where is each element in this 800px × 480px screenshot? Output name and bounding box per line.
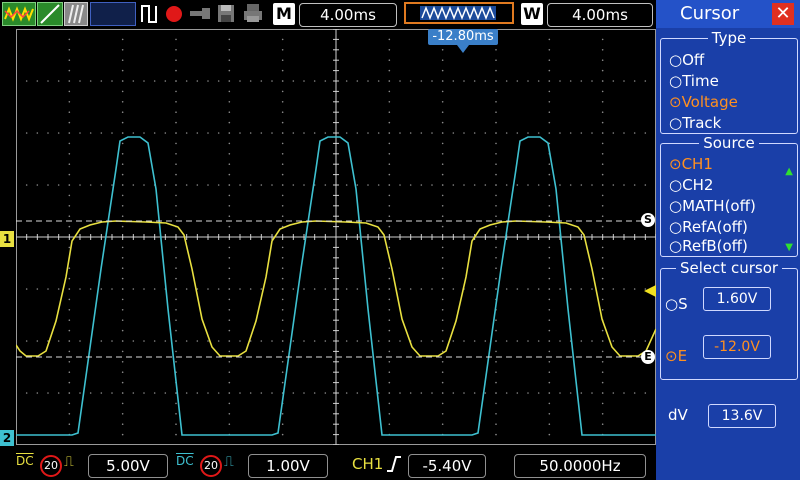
ch2-invert-icon: ⎍ [224,454,234,470]
panel-header: Cursor ✕ [656,0,800,28]
delta-v-value: 13.6V [708,404,776,428]
main-timebase-label: M [273,3,295,25]
source-option-refb[interactable]: ○RefB(off) [669,237,748,255]
cursor-s-option[interactable]: ○S [665,295,688,313]
cursor-s-marker[interactable]: S [641,213,655,227]
panel-title: Cursor [680,3,740,24]
trigger-position-marker[interactable] [457,45,469,53]
pulse-icon [140,2,158,24]
save-icon [216,2,236,24]
memory-depth-icon [404,2,514,24]
source-option-ch2[interactable]: ○CH2 [669,176,713,194]
cursor-e-option[interactable]: ⊙E [665,347,687,365]
scroll-down-icon[interactable]: ▼ [785,242,793,253]
ch1-invert-icon: ⎍ [64,454,74,470]
frequency-readout: 50.0000Hz [514,454,646,478]
trigger-level[interactable]: -5.40V [408,454,486,478]
source-option-math[interactable]: ○MATH(off) [669,197,756,215]
print-icon [242,2,264,24]
cursor-s-value[interactable]: 1.60V [703,287,771,311]
waveform-display[interactable] [15,28,657,446]
ch1-ground-marker[interactable]: 1 [0,231,14,247]
ch2-coupling: DC [176,454,194,468]
source-option-ch1[interactable]: ⊙CH1 [669,155,713,173]
cursor-e-value[interactable]: -12.0V [703,335,771,359]
source-option-refa[interactable]: ○RefA(off) [669,218,748,236]
top-toolbar: M 4.00ms W 4.00ms [0,0,656,28]
bottom-status-bar: DC 20 ⎍ 5.00V DC 20 ⎍ 1.00V CH1 -5.40V 5… [0,448,656,480]
ch2-bw-limit: 20 [200,455,222,477]
cursor-menu-panel: Cursor ✕ Type ○Off ○Time ⊙Voltage ○Track… [656,0,800,480]
scroll-up-icon[interactable]: ▲ [785,166,793,177]
delta-v-label: dV [668,406,688,424]
source-group: Source ⊙CH1 ○CH2 ○MATH(off) ○RefA(off) ○… [660,134,798,257]
trigger-source: CH1 [352,455,384,473]
ch1-bw-limit: 20 [40,455,62,477]
select-cursor-title: Select cursor [675,259,783,277]
waveform-icon[interactable] [2,2,36,26]
status-display [90,2,136,26]
select-cursor-group: Select cursor ○S 1.60V ⊙E -12.0V [660,259,798,380]
waveform-plot [15,28,657,446]
persistence-icon[interactable] [64,2,88,26]
trigger-level-marker[interactable] [644,285,656,297]
window-timebase-label: W [521,3,543,25]
ch2-scale[interactable]: 1.00V [248,454,328,478]
type-option-track[interactable]: ○Track [669,114,721,132]
ch1-scale[interactable]: 5.00V [88,454,168,478]
trigger-position-readout: -12.80ms [428,29,498,45]
window-timebase-value[interactable]: 4.00ms [547,3,653,27]
type-option-off[interactable]: ○Off [669,51,704,69]
main-timebase-value[interactable]: 4.00ms [299,3,397,27]
type-option-voltage[interactable]: ⊙Voltage [669,93,738,111]
ch2-ground-marker[interactable]: 2 [0,430,14,446]
edge-icon[interactable] [37,2,63,26]
ch1-coupling: DC [16,454,34,468]
key-icon [188,2,212,24]
close-icon[interactable]: ✕ [772,3,794,25]
type-group: Type ○Off ○Time ⊙Voltage ○Track [660,29,798,134]
type-option-time[interactable]: ○Time [669,72,719,90]
source-group-title: Source [699,134,759,152]
cursor-e-marker[interactable]: E [641,350,655,364]
record-icon [164,2,184,24]
rising-edge-icon [386,454,402,478]
type-group-title: Type [707,29,751,47]
